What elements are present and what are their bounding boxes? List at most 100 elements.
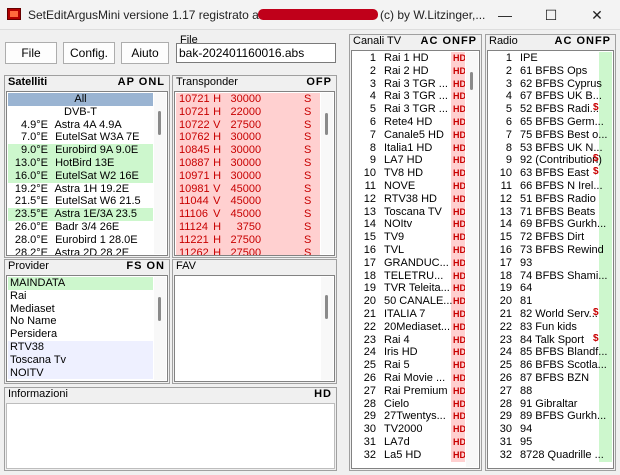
radio-channel-row[interactable]: 18 74 BFBS Shami... (489, 269, 612, 283)
provider-row[interactable]: Mediaset (8, 303, 153, 316)
transponder-row[interactable]: 10722 V 27500 S (176, 118, 320, 132)
radio-channel-row[interactable]: 9 92 (Contribution) $ (489, 154, 612, 168)
tv-channel-row[interactable]: 19 TVR Teleita... HD (353, 282, 465, 296)
provider-row[interactable]: MAINDATA (8, 277, 153, 290)
tv-channel-row[interactable]: 8 Italia1 HD HD (353, 141, 465, 155)
satellite-row[interactable]: 21.5°E EutelSat W6 21.5 (8, 195, 153, 208)
radio-channel-row[interactable]: 17 93 (489, 256, 612, 270)
satellite-row[interactable]: 7.0°E EutelSat W3A 7E (8, 131, 153, 144)
satellite-row[interactable]: 28.2°E Astra 2D 28.2E (8, 247, 153, 255)
config-button[interactable]: Config. (63, 42, 115, 64)
provider-row[interactable]: No Name (8, 315, 153, 328)
tv-channel-row[interactable]: 9 LA7 HD HD (353, 154, 465, 168)
close-button[interactable]: ✕ (574, 0, 620, 30)
tv-channel-row[interactable]: 28 Cielo HD (353, 397, 465, 411)
transponder-row[interactable]: 11262 H 27500 S (176, 246, 320, 255)
tv-channel-row[interactable]: 29 27Twentys... HD (353, 410, 465, 424)
provider-row[interactable]: NOITV (8, 366, 153, 380)
tv-channel-row[interactable]: 21 ITALIA 7 HD (353, 307, 465, 321)
radio-channel-row[interactable]: 24 85 BFBS Blandf... (489, 346, 612, 360)
tv-channel-row[interactable]: 20 50 CANALE... HD (353, 295, 465, 308)
satellite-row[interactable]: DVB-T (8, 106, 153, 119)
satellite-row[interactable]: All (8, 93, 153, 106)
radio-channel-row[interactable]: 29 89 BFBS Gurkh... (489, 410, 612, 424)
scroll-thumb[interactable] (325, 113, 328, 135)
info-text-area[interactable] (6, 403, 335, 469)
tv-channel-row[interactable]: 27 Rai Premium HD (353, 384, 465, 398)
satellite-row[interactable]: 9.0°E Eurobird 9A 9.0E (8, 144, 153, 157)
provider-scrollbar[interactable] (154, 277, 166, 380)
satellite-row[interactable]: 16.0°E EutelSat W2 16E (8, 169, 153, 183)
scroll-thumb[interactable] (325, 295, 328, 319)
transponder-row[interactable]: 10971 H 30000 S (176, 169, 320, 183)
tv-channel-row[interactable]: 22 20Mediaset... HD (353, 320, 465, 334)
tv-scrollbar[interactable] (466, 52, 478, 467)
tv-channel-row[interactable]: 17 GRANDUC... HD (353, 256, 465, 270)
radio-channel-row[interactable]: 8 53 BFBS UK N... (489, 141, 612, 155)
minimize-button[interactable]: — (482, 0, 528, 30)
transponder-row[interactable]: 10721 H 30000 S (176, 93, 320, 106)
radio-channel-row[interactable]: 25 86 BFBS Scotla... (489, 359, 612, 372)
transponder-row[interactable]: 10845 H 30000 S (176, 144, 320, 157)
provider-row[interactable]: Persidera (8, 328, 153, 341)
tv-channel-row[interactable]: 7 Canale5 HD HD (353, 128, 465, 142)
radio-channel-row[interactable]: 26 87 BFBS BZN (489, 371, 612, 385)
tv-channel-row[interactable]: 32 La5 HD HD (353, 448, 465, 462)
fav-list[interactable] (174, 275, 335, 382)
tv-channel-row[interactable]: 31 LA7d HD (353, 435, 465, 449)
radio-channel-row[interactable]: 11 66 BFBS N Irel... (489, 179, 612, 193)
satellites-list[interactable]: All DVB-T 4.9°E Astra 4A 4.9A 7.0°E EutelSa… (6, 91, 168, 256)
radio-channel-row[interactable]: 3 62 BFBS Cyprus (489, 77, 612, 91)
tv-channel-row[interactable]: 6 Rete4 HD HD (353, 115, 465, 129)
transponder-scrollbar[interactable] (321, 93, 333, 254)
radio-channel-row[interactable]: 16 73 BFBS Rewind (489, 243, 612, 257)
satellite-row[interactable]: 26.0°E Badr 3/4 26E (8, 221, 153, 234)
tv-channel-row[interactable]: 25 Rai 5 HD (353, 359, 465, 372)
tv-channel-row[interactable]: 26 Rai Movie ... HD (353, 371, 465, 385)
scroll-thumb[interactable] (470, 72, 473, 90)
tv-channel-row[interactable]: 1 Rai 1 HD HD (353, 52, 465, 65)
radio-channel-row[interactable]: 4 67 BFBS UK B... (489, 90, 612, 104)
tv-channel-row[interactable]: 14 NOItv HD (353, 218, 465, 232)
provider-row[interactable]: Toscana Tv (8, 353, 153, 367)
tv-channel-row[interactable]: 4 Rai 3 TGR ... HD (353, 90, 465, 104)
tv-channel-row[interactable]: 2 Rai 2 HD HD (353, 64, 465, 78)
radio-channel-row[interactable]: 1 IPE (489, 52, 612, 65)
scroll-thumb[interactable] (158, 297, 161, 321)
radio-channel-row[interactable]: 22 83 Fun kids (489, 320, 612, 334)
tv-channel-row[interactable]: 11 NOVE HD (353, 179, 465, 193)
radio-channel-row[interactable]: 31 95 (489, 435, 612, 449)
tv-channel-row[interactable]: 16 TVL HD (353, 243, 465, 257)
tv-channel-row[interactable]: 18 TELETRU... HD (353, 269, 465, 283)
tv-channel-row[interactable]: 12 RTV38 HD HD (353, 192, 465, 206)
tv-channel-row[interactable]: 13 Toscana TV HD (353, 205, 465, 219)
tv-channel-row[interactable]: 3 Rai 3 TGR ... HD (353, 77, 465, 91)
radio-channel-row[interactable]: 21 82 World Serv... $ (489, 307, 612, 321)
radio-channel-row[interactable]: 7 75 BFBS Best o... (489, 128, 612, 142)
provider-list[interactable]: MAINDATA Rai Mediaset No Name Persidera RTV38… (6, 275, 168, 382)
tv-channel-row[interactable]: 24 Iris HD HD (353, 346, 465, 360)
satellite-row[interactable]: 19.2°E Astra 1H 19.2E (8, 183, 153, 196)
transponder-row[interactable]: 11106 V 45000 S (176, 208, 320, 221)
tv-channel-list[interactable]: 1 Rai 1 HD HD 2 Rai 2 HD HD 3 Rai 3 TGR ... HD 4 R… (351, 50, 480, 469)
provider-row[interactable]: RTV38 (8, 340, 153, 354)
transponder-row[interactable]: 10887 H 30000 S (176, 156, 320, 170)
satellite-row[interactable]: 23.5°E Astra 1E/3A 23.5 (8, 208, 153, 221)
transponder-row[interactable]: 10762 H 30000 S (176, 131, 320, 145)
radio-channel-row[interactable]: 10 63 BFBS East $ (489, 167, 612, 180)
radio-channel-row[interactable]: 23 84 Talk Sport $ (489, 333, 612, 347)
tv-channel-row[interactable]: 23 Rai 4 HD (353, 333, 465, 347)
radio-channel-row[interactable]: 6 65 BFBS Germ... (489, 115, 612, 129)
help-button[interactable]: Aiuto (121, 42, 169, 64)
radio-channel-row[interactable]: 15 72 BFBS Dirt (489, 231, 612, 244)
transponder-row[interactable]: 11221 H 27500 S (176, 233, 320, 247)
file-name-field[interactable]: bak-202401160016.abs (176, 43, 336, 63)
satellite-row[interactable]: 4.9°E Astra 4A 4.9A (8, 119, 153, 132)
radio-channel-row[interactable]: 13 71 BFBS Beats (489, 205, 612, 219)
radio-channel-row[interactable]: 5 52 BFBS Radi... $ (489, 103, 612, 116)
satellites-scrollbar[interactable] (154, 93, 166, 254)
radio-channel-row[interactable]: 27 88 (489, 384, 612, 398)
radio-list[interactable]: 1 IPE 2 61 BFBS Ops 3 62 BFBS Cyprus 4 67 BFBS … (487, 50, 614, 469)
tv-channel-row[interactable]: 10 TV8 HD HD (353, 167, 465, 180)
radio-channel-row[interactable]: 32 8728 Quadrille ... (489, 448, 612, 462)
